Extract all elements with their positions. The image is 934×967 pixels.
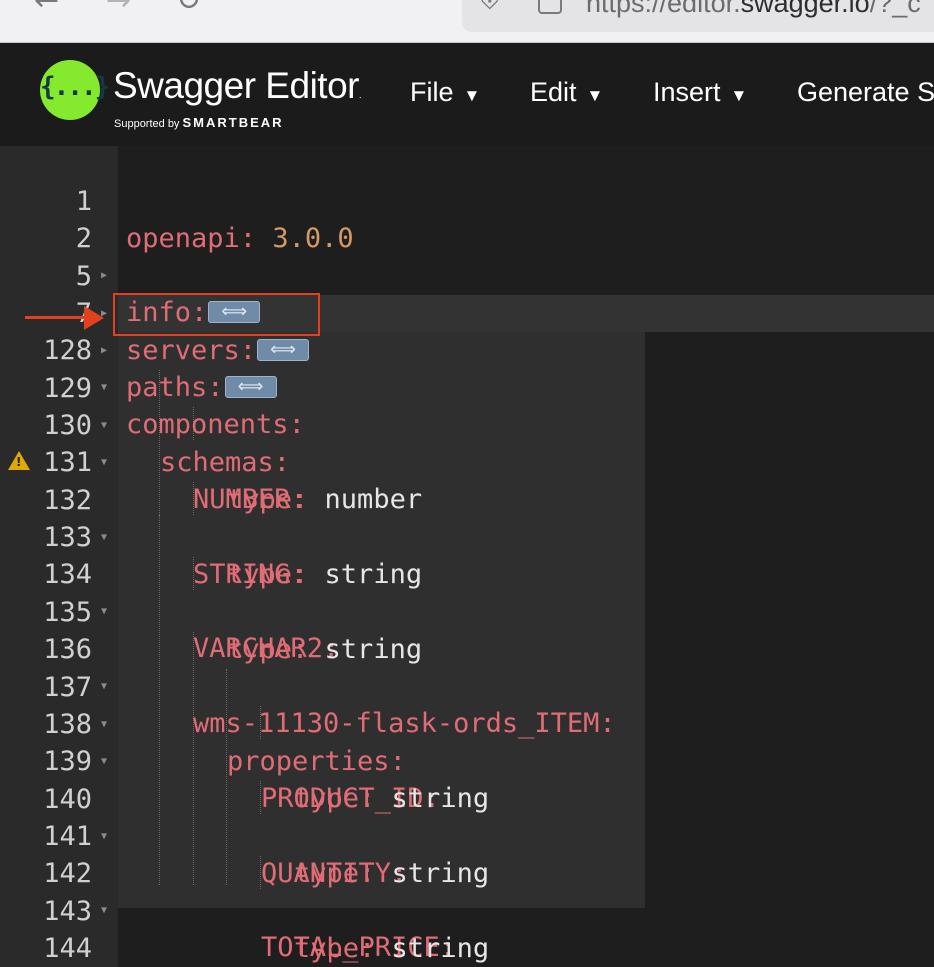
- code-line[interactable]: 7 ▶ paths:: [0, 258, 934, 405]
- caret-down-icon: ▼: [586, 86, 604, 105]
- code-line[interactable]: 142 ▼ TOTAL_PRICE:: [0, 818, 934, 963]
- code-line[interactable]: 137 ▼ properties:: [0, 632, 934, 777]
- swagger-topbar: {...} Swagger Editor. Supported by SMART…: [0, 43, 934, 146]
- code-line[interactable]: 143 type: string: [0, 856, 934, 964]
- code-line[interactable]: 135 type: string: [0, 557, 934, 665]
- reload-icon[interactable]: ↻: [176, 0, 201, 16]
- code-line[interactable]: 2 ▶ info:: [0, 183, 934, 330]
- brand-title[interactable]: Swagger Editor.: [113, 65, 361, 107]
- annotation-arrow-icon: [25, 316, 85, 319]
- code-line[interactable]: 5 ▶ servers:: [0, 221, 934, 368]
- address-url[interactable]: https://editor.swagger.io/?_c: [586, 0, 921, 19]
- code-line[interactable]: 136 ▼ wms-11130-flask-ords_ITEM:: [0, 594, 934, 739]
- supported-by: Supported by SMARTBEAR: [114, 115, 284, 130]
- swagger-logo-icon[interactable]: {...}: [40, 60, 110, 120]
- caret-down-icon: ▼: [463, 86, 481, 105]
- code-line[interactable]: 130 ▼ NUMBER:: [0, 370, 934, 515]
- annotation-highlight-box: [113, 293, 320, 336]
- yaml-colon: :: [359, 933, 392, 964]
- code-line[interactable]: 133 type: string: [0, 482, 934, 590]
- lock-icon[interactable]: [538, 0, 562, 14]
- code-line[interactable]: 140 ▼ QUANTITY:: [0, 744, 934, 889]
- code-line[interactable]: 132 ▼ STRING:: [0, 445, 934, 590]
- code-line[interactable]: 131 type: number: [0, 407, 934, 515]
- line-number: 144: [43, 933, 92, 964]
- annotation-arrowhead-icon: [84, 306, 104, 330]
- menu-insert[interactable]: Insert ▼: [653, 77, 747, 108]
- code-line[interactable]: 144: [0, 893, 934, 964]
- code-line[interactable]: 138 ▼ PRODUCT_ID:: [0, 669, 934, 814]
- forward-arrow-icon[interactable]: →: [106, 0, 131, 16]
- menu-edit[interactable]: Edit ▼: [530, 77, 603, 108]
- code-line[interactable]: 139 type: string: [0, 706, 934, 814]
- yaml-key: type: [294, 933, 360, 964]
- back-arrow-icon[interactable]: ←: [34, 0, 59, 16]
- code-line[interactable]: 141 type: string: [0, 781, 934, 889]
- yaml-value: string: [391, 933, 490, 964]
- code-line[interactable]: 134 ▼ VARCHAR2:: [0, 519, 934, 664]
- caret-down-icon: ▼: [730, 86, 748, 105]
- browser-toolbar: ← → ↻ ⛨ https://editor.swagger.io/?_c: [0, 0, 934, 43]
- shield-icon[interactable]: ⛨: [480, 0, 500, 14]
- menu-file[interactable]: File ▼: [410, 77, 480, 108]
- code-line[interactable]: 129 ▼ schemas:: [0, 333, 934, 478]
- code-editor[interactable]: 1 openapi: 3.0.0 2 ▶ info: 5 ▶ servers: …: [0, 146, 934, 967]
- code-line[interactable]: 1 openapi: 3.0.0: [0, 146, 934, 254]
- warning-icon[interactable]: !: [8, 451, 30, 470]
- menu-generate[interactable]: Generate S: [797, 77, 934, 108]
